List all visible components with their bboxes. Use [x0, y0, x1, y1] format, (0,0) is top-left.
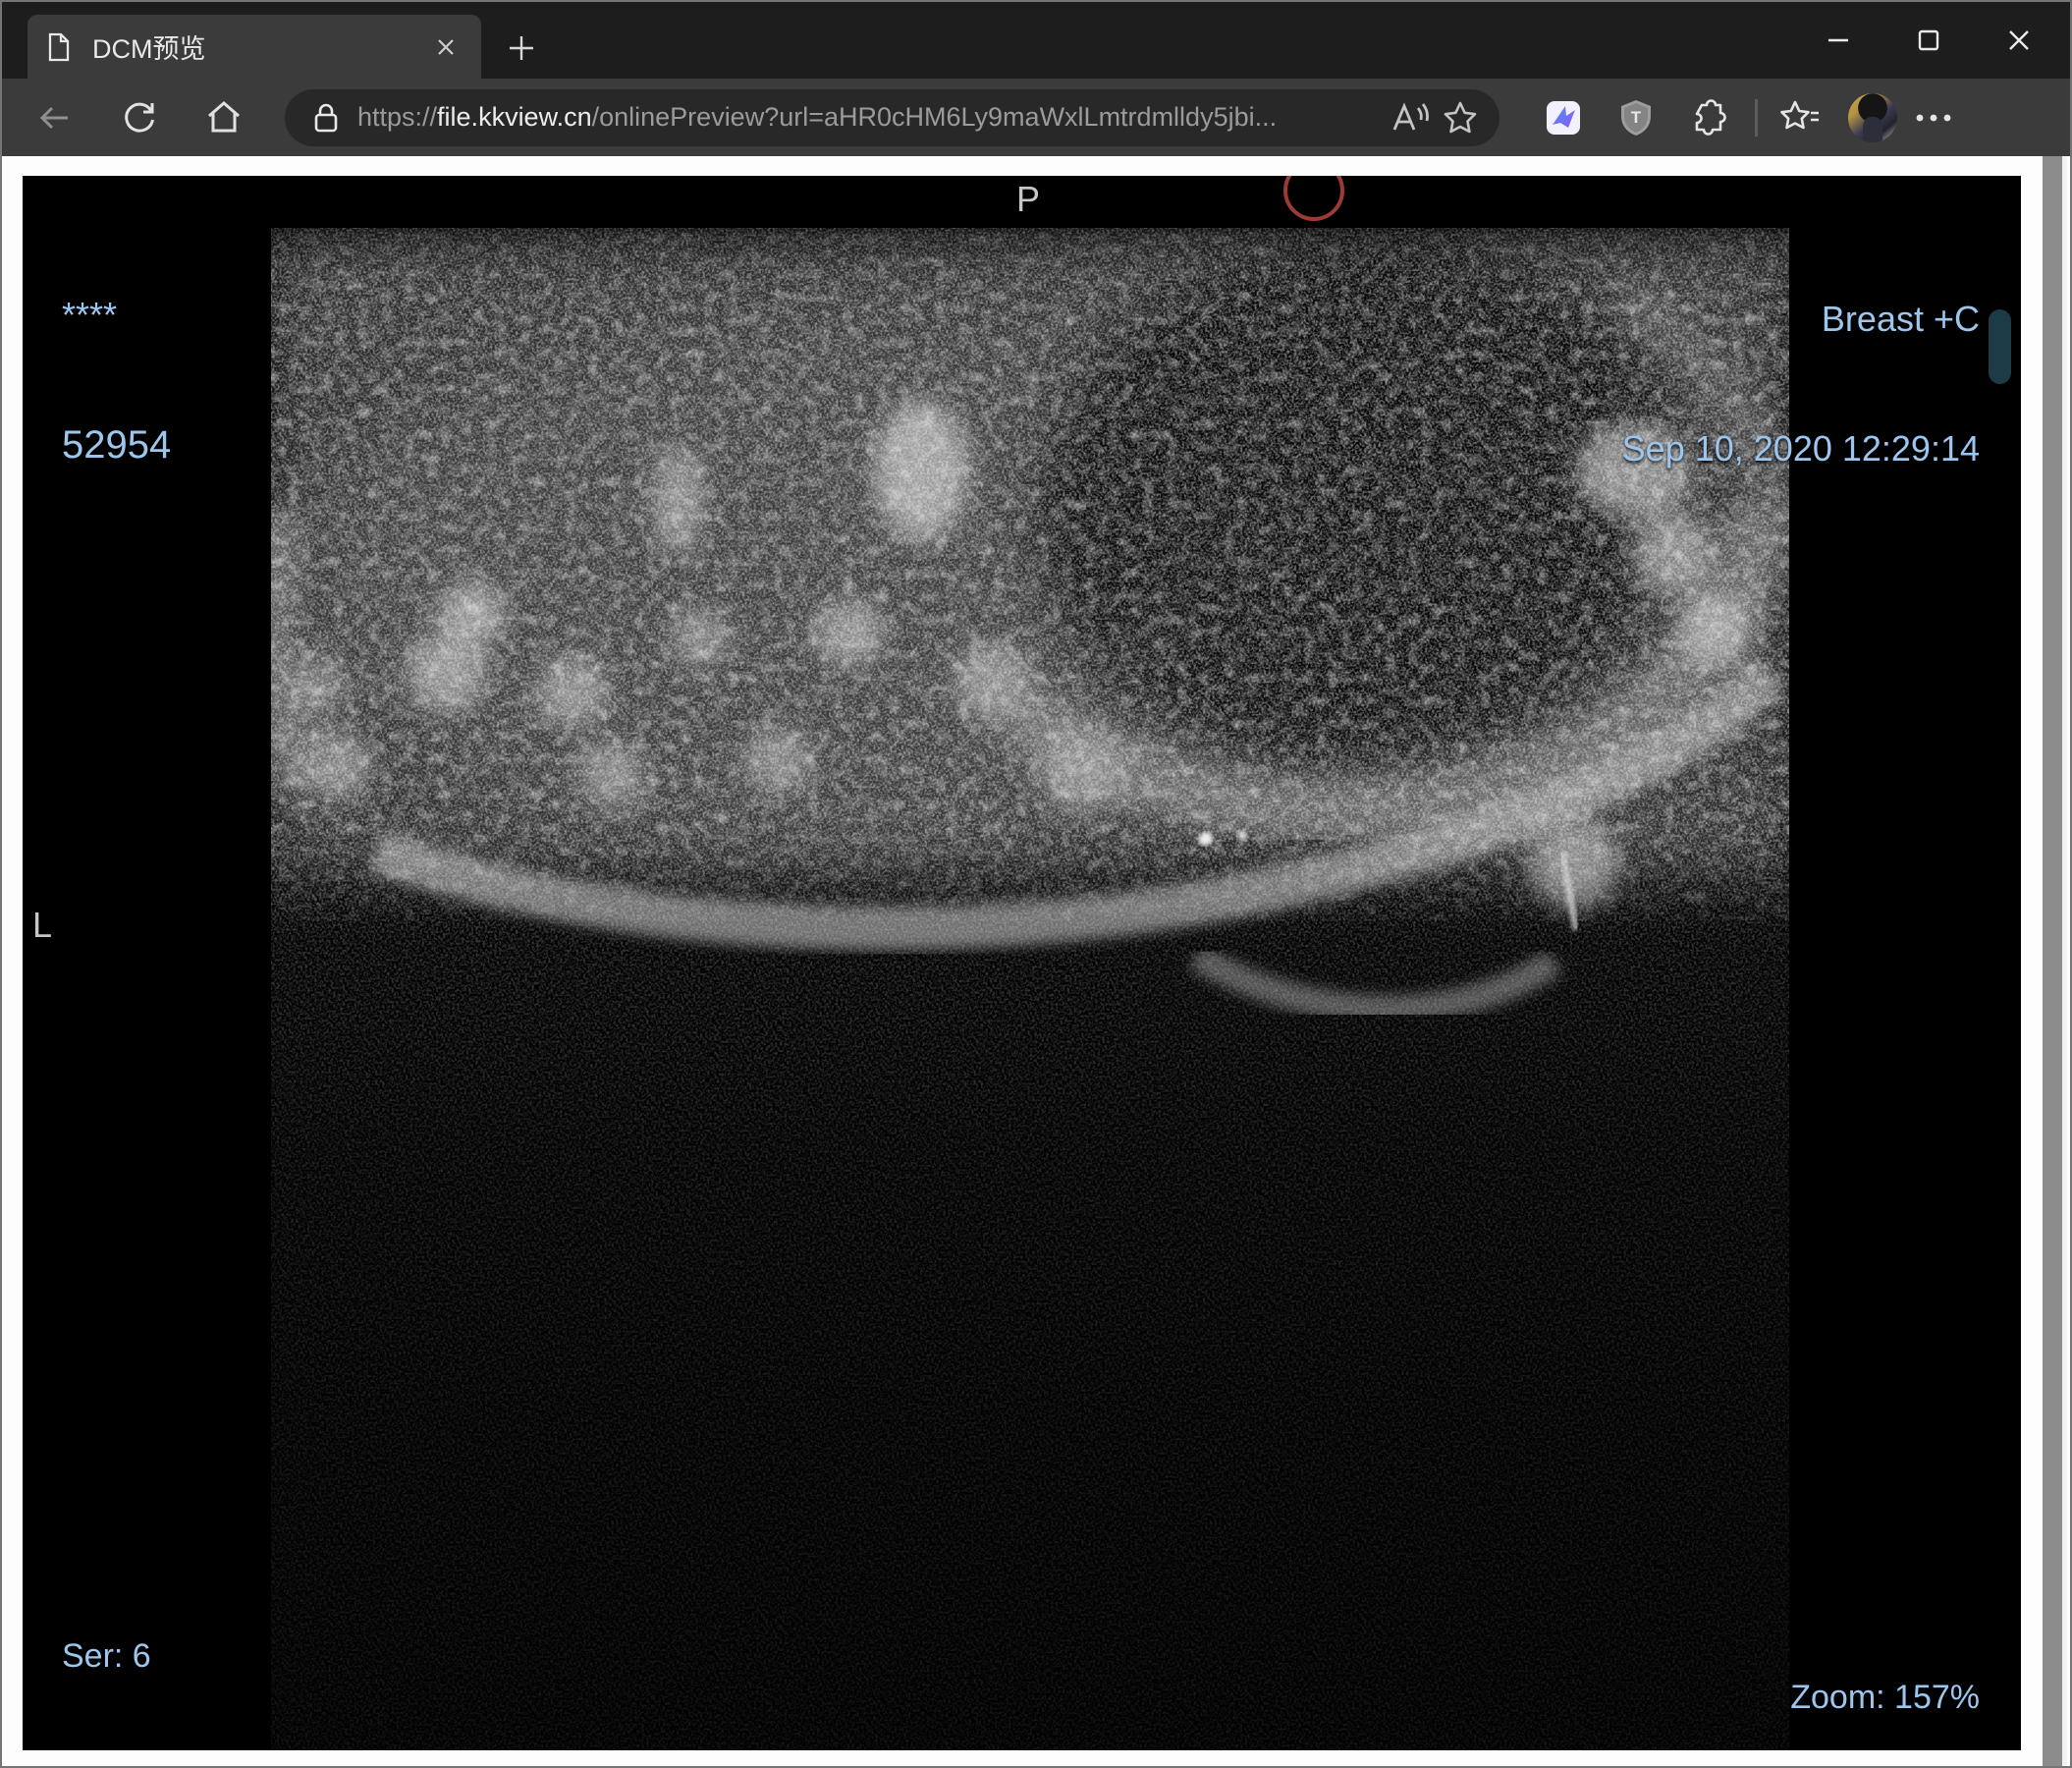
profile-avatar[interactable] — [1848, 92, 1897, 142]
dicom-viewer-canvas[interactable]: P L **** 52954 Breast +C Sep 10, 2020 12… — [23, 176, 2021, 1750]
favorite-star-icon[interactable] — [1435, 94, 1486, 141]
orientation-marker-posterior: P — [1016, 179, 1041, 219]
tab-title: DCM预览 — [92, 34, 206, 64]
navigation-toolbar: https://file.kkview.cn/onlinePreview?url… — [2, 79, 2070, 156]
document-icon — [47, 32, 71, 62]
minimize-icon[interactable] — [1793, 8, 1883, 73]
study-datetime: Sep 10, 2020 12:29:14 — [1621, 428, 1980, 469]
orientation-marker-left: L — [32, 905, 53, 945]
series-number: Ser: 6 — [62, 1637, 151, 1675]
url-scheme: https:// — [357, 102, 438, 132]
browser-window: DCM预览 https://file.kkview.cn/onlinePrevi… — [0, 0, 2072, 1768]
close-icon[interactable] — [1974, 8, 2064, 73]
url-path: /onlinePreview?url=aHR0cHM6Ly9maWxlLmtrd… — [591, 102, 1278, 132]
lock-icon[interactable] — [312, 101, 340, 135]
extensions-puzzle-icon[interactable] — [1684, 93, 1733, 142]
collections-star-icon[interactable] — [1775, 93, 1825, 142]
maximize-icon[interactable] — [1883, 8, 1974, 73]
overlay-top-left: **** 52954 — [62, 207, 171, 553]
toolbar-divider — [1755, 98, 1758, 137]
url-text[interactable]: https://file.kkview.cn/onlinePreview?url… — [357, 102, 1384, 133]
patient-number: 52954 — [62, 423, 172, 467]
overlay-bottom-left: Ser: 6 Img: 201 1/545 512 x 512 Loc: 109… — [62, 1553, 538, 1750]
page-scrollbar-thumb[interactable] — [2043, 156, 2062, 1766]
url-host: file.kkview.cn — [437, 102, 592, 132]
viewer-scroll-thumb[interactable] — [1989, 309, 2011, 384]
page-background: P L **** 52954 Breast +C Sep 10, 2020 12… — [2, 156, 2070, 1766]
overlay-bottom-right: Zoom: 157% W: 778 L: 389 Lossless / Unco… — [1598, 1594, 1980, 1750]
tab-strip: DCM预览 — [2, 2, 2070, 79]
study-description: Breast +C — [1821, 299, 1980, 339]
overlay-top-right: Breast +C Sep 10, 2020 12:29:14 — [1622, 211, 1980, 557]
tab-close-icon[interactable] — [426, 28, 465, 67]
svg-text:T: T — [1631, 108, 1642, 127]
tampermonkey-shield-icon[interactable]: T — [1611, 93, 1661, 142]
browser-tab[interactable]: DCM预览 — [27, 15, 481, 79]
home-icon[interactable] — [194, 88, 253, 147]
zoom-level: Zoom: 157% — [1790, 1679, 1980, 1716]
new-tab-button[interactable] — [499, 28, 544, 69]
back-arrow-icon[interactable] — [26, 88, 84, 147]
window-controls — [1793, 8, 2064, 73]
address-bar[interactable]: https://file.kkview.cn/onlinePreview?url… — [285, 88, 1499, 146]
read-aloud-icon[interactable] — [1384, 94, 1435, 141]
translate-bird-icon[interactable] — [1539, 93, 1588, 142]
settings-ellipsis-icon[interactable] — [1909, 93, 1958, 142]
page-scrollbar-track[interactable] — [2043, 156, 2067, 1766]
masked-patient-id: **** — [62, 295, 118, 335]
refresh-icon[interactable] — [110, 88, 169, 147]
